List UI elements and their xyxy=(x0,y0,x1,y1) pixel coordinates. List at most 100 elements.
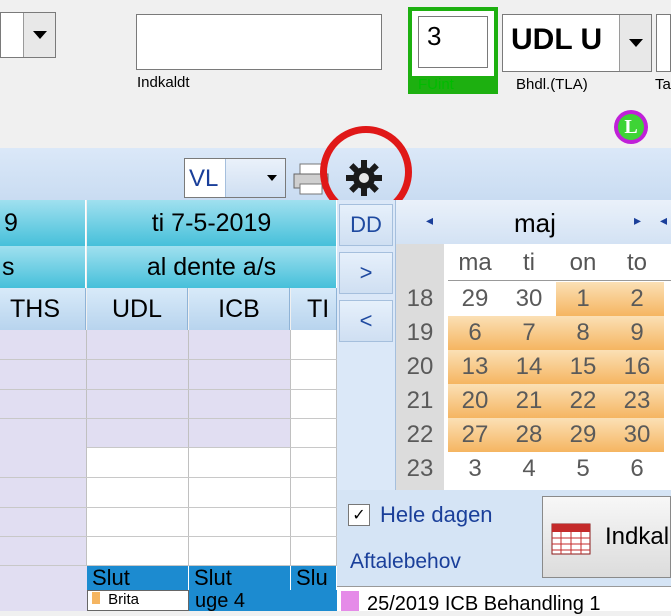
day-cell[interactable]: 8 xyxy=(556,316,610,350)
day-cell[interactable]: 9 xyxy=(610,316,664,350)
hele-dagen-label[interactable]: Hele dagen xyxy=(380,502,493,528)
weekday-label: ma xyxy=(458,249,492,276)
month-label[interactable]: maj xyxy=(514,208,556,239)
appointment-block[interactable]: Brita xyxy=(87,590,189,611)
dd-button[interactable]: DD xyxy=(339,204,393,246)
row-divider xyxy=(0,507,337,508)
day-cell[interactable]: 5 xyxy=(556,452,610,486)
day-cell[interactable]: 21 xyxy=(502,384,556,418)
week-number: 18 xyxy=(406,285,434,312)
chevron-down-icon xyxy=(628,39,643,47)
prev-button[interactable]: < xyxy=(339,300,393,342)
weekday-label: to xyxy=(626,249,647,276)
fuint-label: FUint xyxy=(408,76,498,94)
calendar-icon xyxy=(551,523,591,555)
vl-value: VL xyxy=(189,165,219,192)
month-next-icon[interactable]: ▸ xyxy=(634,212,641,229)
day-cell[interactable]: 6 xyxy=(610,452,664,486)
next-field-cut[interactable] xyxy=(656,14,671,72)
day-cell[interactable]: 22 xyxy=(556,384,610,418)
slut-label-icb[interactable]: Slut xyxy=(189,565,291,590)
aftalebehov-label: Aftalebehov xyxy=(350,550,461,573)
appointment-list[interactable]: 25/2019 ICB Behandling 1 xyxy=(337,586,671,615)
date-header-prev[interactable]: 9 xyxy=(0,200,86,246)
check-icon: ✓ xyxy=(352,507,366,524)
bhdl-combo[interactable]: UDL U xyxy=(502,14,652,72)
fuint-input[interactable]: 3 xyxy=(418,16,488,68)
column-header-ti[interactable]: TI xyxy=(291,288,337,330)
bhdl-value: UDL U xyxy=(511,23,603,56)
vl-combo[interactable]: VL xyxy=(184,158,286,198)
week-number: 22 xyxy=(406,421,434,448)
bhdl-dropdown-button[interactable] xyxy=(619,15,651,71)
vl-dropdown-button[interactable] xyxy=(225,159,285,197)
row-divider xyxy=(0,477,337,478)
day-cell[interactable]: 6 xyxy=(448,316,502,350)
row-divider xyxy=(0,359,337,360)
column-header-ths[interactable]: THS xyxy=(0,288,86,330)
day-cell[interactable]: 29 xyxy=(448,282,502,316)
grid-column-ths[interactable] xyxy=(0,330,87,566)
day-cell[interactable]: 1 xyxy=(556,282,610,316)
hele-dagen-checkbox[interactable]: ✓ xyxy=(348,504,370,526)
day-cell[interactable]: 14 xyxy=(502,350,556,384)
calendar-grid-body[interactable] xyxy=(0,330,337,566)
day-cell[interactable]: 15 xyxy=(556,350,610,384)
bhdl-label: Bhdl.(TLA) xyxy=(516,76,588,93)
week-number: 23 xyxy=(406,455,434,482)
week-number: 19 xyxy=(406,319,434,346)
day-cell[interactable]: 28 xyxy=(502,418,556,452)
left-combo[interactable] xyxy=(0,12,56,58)
month-prev-icon[interactable]: ◂ xyxy=(426,212,433,229)
day-cell[interactable]: 23 xyxy=(610,384,664,418)
l-badge[interactable]: L xyxy=(614,110,648,144)
indkaldt-input[interactable] xyxy=(136,14,382,70)
chevron-down-icon xyxy=(32,31,47,39)
appointment-block-partial[interactable] xyxy=(291,590,337,611)
chevron-down-icon xyxy=(267,175,277,181)
appointment-color-marker xyxy=(92,592,100,604)
left-combo-dropdown-button[interactable] xyxy=(23,13,55,57)
day-cell[interactable]: 7 xyxy=(502,316,556,350)
company-header: al dente a/s xyxy=(87,246,337,288)
mini-calendar[interactable]: ◂ maj ▸ ◂ ma ti on to 18 29 30 1 2 19 6 … xyxy=(395,200,671,490)
slut-label-udl[interactable]: Slut xyxy=(87,565,189,590)
column-header-udl[interactable]: UDL xyxy=(87,288,188,330)
slut-label-ti[interactable]: Slu xyxy=(291,565,337,590)
day-cell[interactable]: 13 xyxy=(448,350,502,384)
fuint-value: 3 xyxy=(427,21,442,51)
week-number: 20 xyxy=(406,353,434,380)
mini-calendar-body[interactable]: ma ti on to 18 29 30 1 2 19 6 7 8 9 20 1… xyxy=(396,244,671,490)
grid-cell[interactable] xyxy=(0,566,87,611)
next-field-label: Ta xyxy=(655,76,671,93)
day-cell[interactable]: 30 xyxy=(502,282,556,316)
month-next-icon-2[interactable]: ◂ xyxy=(660,212,667,229)
row-divider xyxy=(0,389,337,390)
day-cell[interactable]: 29 xyxy=(556,418,610,452)
weekday-label: ti xyxy=(523,249,535,276)
day-cell[interactable]: 4 xyxy=(502,452,556,486)
company-header-prev: s xyxy=(0,246,86,288)
appointment-color-marker xyxy=(341,591,359,611)
row-divider xyxy=(0,536,337,537)
day-cell[interactable]: 2 xyxy=(610,282,664,316)
indkald-button-label: Indkal xyxy=(605,523,670,550)
weekday-label: on xyxy=(569,249,597,276)
day-cell[interactable]: 16 xyxy=(610,350,664,384)
day-cell[interactable]: 3 xyxy=(448,452,502,486)
appointment-list-item[interactable]: 25/2019 ICB Behandling 1 xyxy=(367,593,601,616)
week-number: 21 xyxy=(406,387,434,414)
date-header[interactable]: ti 7-5-2019 xyxy=(87,200,337,246)
l-badge-letter: L xyxy=(618,114,644,140)
appointment-name: Brita xyxy=(108,591,140,608)
day-cell[interactable]: 30 xyxy=(610,418,664,452)
next-button[interactable]: > xyxy=(339,252,393,294)
day-cell[interactable]: 27 xyxy=(448,418,502,452)
weekday-divider xyxy=(448,280,671,281)
row-divider xyxy=(0,418,337,419)
indkaldt-label: Indkaldt xyxy=(137,74,190,91)
appointment-block-partial[interactable]: uge 4 xyxy=(189,590,291,612)
column-header-icb[interactable]: ICB xyxy=(189,288,290,330)
day-cell[interactable]: 20 xyxy=(448,384,502,418)
indkald-button[interactable]: Indkal xyxy=(542,496,671,578)
